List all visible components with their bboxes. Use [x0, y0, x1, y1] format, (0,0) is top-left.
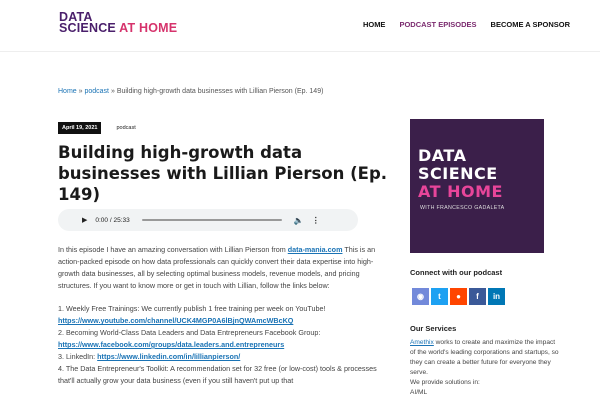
- site-logo[interactable]: DATA SCIENCE AT HOME: [59, 11, 178, 35]
- nav-home[interactable]: HOME: [363, 20, 386, 29]
- list-item: 2. Becoming World-Class Data Leaders and…: [58, 327, 383, 351]
- cover-line1: DATA: [418, 146, 467, 165]
- list-item-text: 3. LinkedIn:: [58, 352, 98, 361]
- post-meta: April 19, 2021 podcast: [58, 122, 136, 134]
- cover-line2: SCIENCE: [418, 164, 498, 183]
- linkedin-link[interactable]: https://www.linkedin.com/in/lillianpiers…: [97, 352, 240, 361]
- more-options-icon[interactable]: ⋮: [312, 216, 320, 225]
- connect-heading: Connect with our podcast: [410, 268, 503, 277]
- services-text: Amethix works to create and maximize the…: [410, 338, 560, 398]
- post-category-link[interactable]: podcast: [116, 125, 135, 131]
- nav-podcast-episodes[interactable]: PODCAST EPISODES: [399, 20, 476, 29]
- list-item-text: 2. Becoming World-Class Data Leaders and…: [58, 328, 321, 337]
- facebook-icon[interactable]: f: [469, 288, 486, 305]
- list-item: 3. LinkedIn: https://www.linkedin.com/in…: [58, 351, 383, 363]
- intro-text-a: In this episode I have an amazing conver…: [58, 245, 288, 254]
- amethix-link[interactable]: Amethix: [410, 339, 434, 346]
- nav-become-a-sponsor[interactable]: BECOME A SPONSOR: [491, 20, 570, 29]
- audio-player: ▶ 0:00 / 25:33 🔈 ⋮: [58, 209, 358, 231]
- resource-list: 1. Weekly Free Trainings: We currently p…: [58, 303, 383, 387]
- volume-icon[interactable]: 🔈: [294, 216, 304, 225]
- player-seek-bar[interactable]: [141, 219, 282, 221]
- list-item: 4. The Data Entrepreneur's Toolkit: A re…: [58, 363, 383, 387]
- post-body: In this episode I have an amazing conver…: [58, 244, 383, 387]
- youtube-link[interactable]: https://www.youtube.com/channel/UCK4MGP0…: [58, 316, 293, 325]
- cover-line4: WITH FRANCESCO GADALETA: [420, 205, 505, 211]
- page-title: Building high-growth data businesses wit…: [58, 143, 388, 204]
- services-heading: Our Services: [410, 324, 457, 333]
- discord-icon[interactable]: ◉: [412, 288, 429, 305]
- list-item: 1. Weekly Free Trainings: We currently p…: [58, 303, 383, 327]
- facebook-group-link[interactable]: https://www.facebook.com/groups/data.lea…: [58, 340, 284, 349]
- breadcrumb-current: Building high-growth data businesses wit…: [116, 88, 324, 95]
- site-header: DATA SCIENCE AT HOME HOME PODCAST EPISOD…: [0, 0, 600, 52]
- player-time: 0:00 / 25:33: [95, 216, 130, 224]
- breadcrumb: Home » podcast » Building high-growth da…: [58, 88, 323, 95]
- post-date-badge: April 19, 2021: [58, 122, 102, 134]
- breadcrumb-home[interactable]: Home: [58, 88, 77, 95]
- cover-line3: AT HOME: [418, 182, 503, 201]
- services-item: AI/ML: [410, 389, 428, 396]
- breadcrumb-sep: »: [109, 88, 117, 95]
- intro-paragraph: In this episode I have an amazing conver…: [58, 244, 383, 292]
- list-item-text: 4. The Data Entrepreneur's Toolkit: A re…: [58, 364, 377, 385]
- twitter-icon[interactable]: t: [431, 288, 448, 305]
- breadcrumb-podcast[interactable]: podcast: [84, 88, 109, 95]
- services-subheading: We provide solutions in:: [410, 379, 480, 386]
- podcast-cover-image: DATA SCIENCE AT HOME WITH FRANCESCO GADA…: [410, 119, 544, 253]
- logo-line2b: AT HOME: [115, 21, 178, 35]
- reddit-icon[interactable]: ●: [450, 288, 467, 305]
- social-links: ◉ t ● f in: [412, 288, 505, 305]
- data-mania-link[interactable]: data-mania.com: [288, 245, 343, 254]
- play-icon[interactable]: ▶: [82, 216, 87, 224]
- main-nav: HOME PODCAST EPISODES BECOME A SPONSOR: [363, 20, 570, 29]
- linkedin-icon[interactable]: in: [488, 288, 505, 305]
- logo-line2a: SCIENCE: [59, 21, 116, 35]
- list-item-text: 1. Weekly Free Trainings: We currently p…: [58, 304, 326, 313]
